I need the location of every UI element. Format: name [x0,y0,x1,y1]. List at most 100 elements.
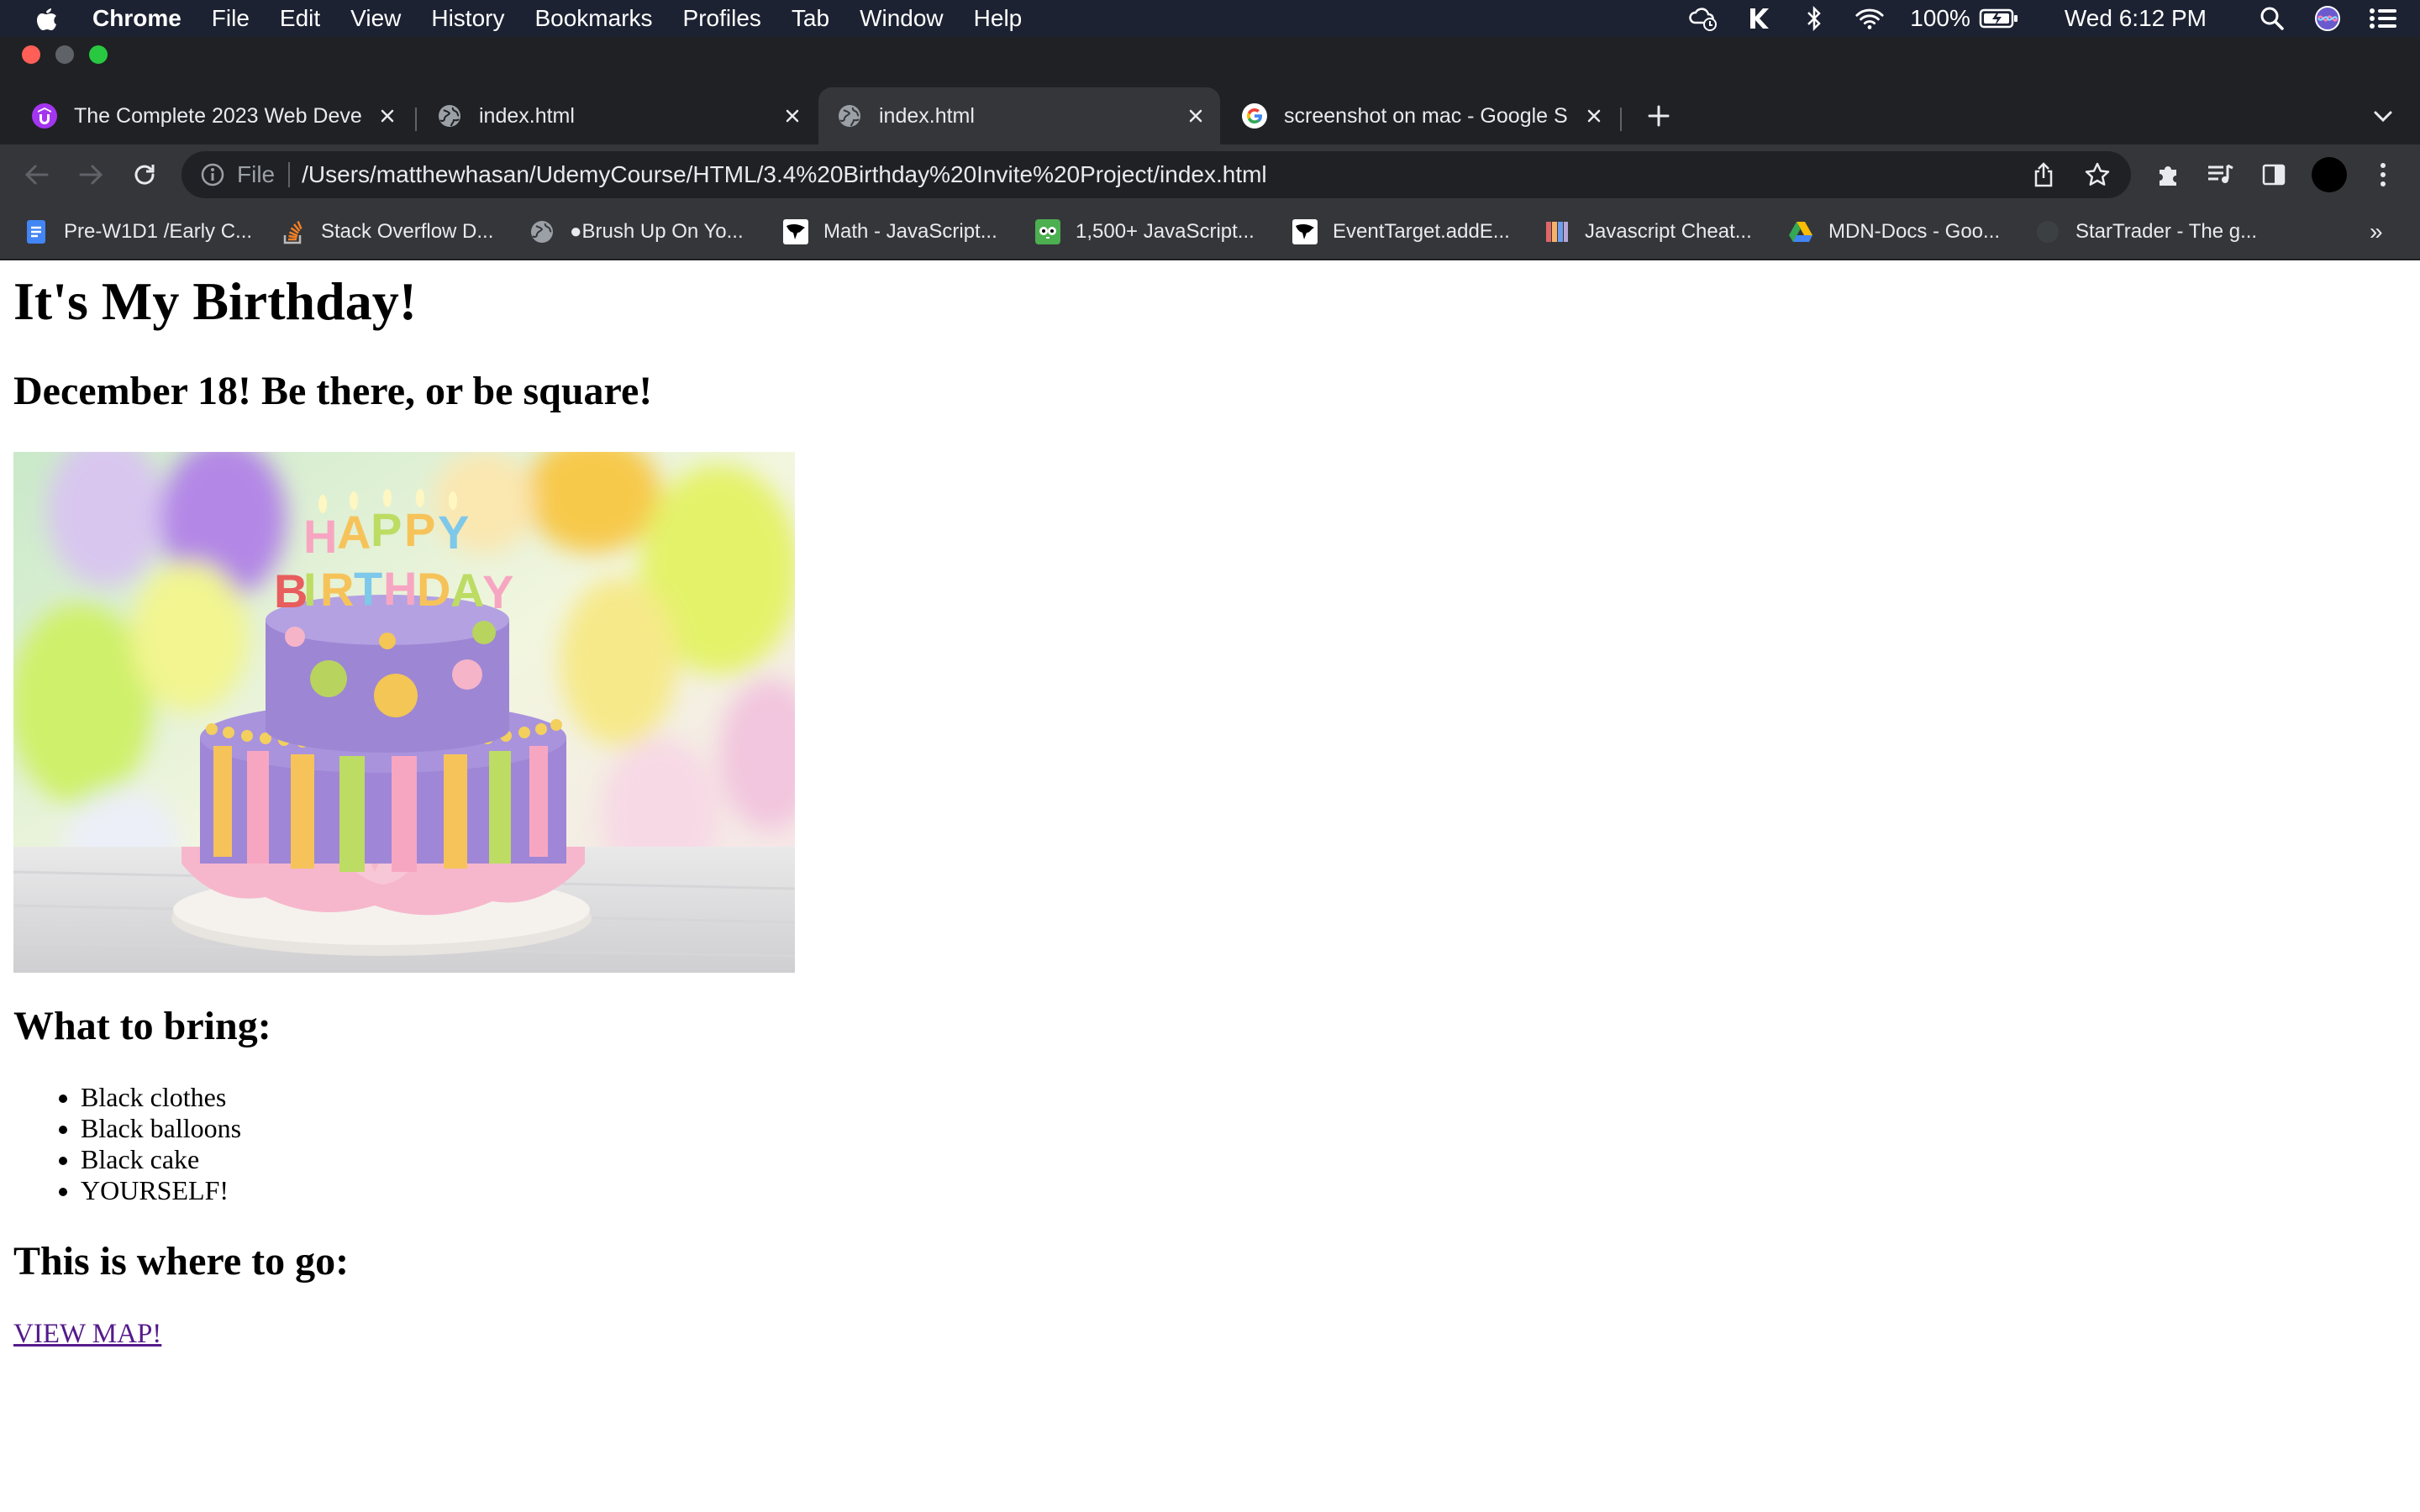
app-menu[interactable]: Chrome [92,5,182,32]
docs-icon [24,219,49,244]
apple-menu-icon[interactable] [32,4,60,33]
menu-help[interactable]: Help [974,5,1023,32]
omnibox-separator [288,162,291,187]
menu-view[interactable]: View [350,5,401,32]
svg-text:P: P [371,503,402,556]
close-tab-icon[interactable] [375,103,400,129]
cheatsheet-icon [1544,219,1570,244]
globe-icon [437,103,462,129]
svg-text:Y: Y [438,506,469,559]
profile-avatar[interactable] [2311,156,2348,193]
bookmark-item[interactable]: Math - JavaScript... [783,218,997,245]
siri-icon[interactable] [2312,3,2343,34]
bookmark-label: Stack Overflow D... [321,220,494,243]
extensions-puzzle-icon[interactable] [2149,156,2186,193]
where-to-go-heading: This is where to go: [13,1239,350,1284]
back-button[interactable] [18,156,55,193]
site-info-icon[interactable] [200,162,225,187]
bookmark-label: MDN-Docs - Goo... [1828,220,2001,243]
bookmark-label: EventTarget.addE... [1333,220,1510,243]
media-controls-icon[interactable] [2202,156,2238,193]
minimize-window-button[interactable] [55,45,74,64]
bookmark-label: ●Brush Up On Yo... [570,220,744,243]
bookmark-item[interactable]: MDN-Docs - Goo... [1788,218,2000,245]
close-window-button[interactable] [22,45,40,64]
bluetooth-icon[interactable] [1799,3,1829,34]
bookmark-item[interactable]: EventTarget.addE... [1292,218,1510,245]
bookmark-star-icon[interactable] [2079,156,2116,193]
tab-index-html-active[interactable]: index.html [818,87,1220,144]
bookmark-label: Pre-W1D1 /Early C... [64,220,253,243]
tab-google-search[interactable]: screenshot on mac - Google S [1223,87,1618,144]
bookmark-item[interactable]: ●Brush Up On Yo... [529,218,744,245]
menu-bookmarks[interactable]: Bookmarks [534,5,652,32]
bookmark-item[interactable]: 1,500+ JavaScript... [1035,218,1255,245]
svg-text:D: D [417,563,450,616]
bookmark-label: StarTrader - The g... [2075,220,2258,243]
tab-index-html-1[interactable]: index.html [418,87,817,144]
zoom-window-button[interactable] [89,45,108,64]
google-icon [1242,103,1267,129]
udemy-icon [32,103,57,129]
chrome-menu-kebab-icon[interactable] [2365,156,2402,193]
svg-text:P: P [404,503,435,556]
url-text[interactable]: /Users/matthewhasan/UdemyCourse/HTML/3.4… [302,161,1267,188]
tab-udemy[interactable]: The Complete 2023 Web Deve [13,87,412,144]
bookmarks-overflow-chevron-icon[interactable]: » [2370,218,2383,245]
tab-title: index.html [479,103,575,128]
svg-text:H: H [303,510,337,563]
macos-menu-bar: Chrome File Edit View History Bookmarks … [0,0,2420,37]
close-tab-icon[interactable] [1183,103,1208,129]
page-viewport: It's My Birthday! December 18! Be there,… [0,260,2420,1512]
globe-icon [837,103,862,129]
control-center-icon[interactable] [2368,3,2398,34]
cloud-sync-icon[interactable] [1688,3,1718,34]
close-tab-icon[interactable] [1581,103,1607,129]
page-subheading: December 18! Be there, or be square! [13,369,653,413]
svg-text:T: T [354,562,382,615]
mdn-icon [783,219,808,244]
tab-search-chevron-icon[interactable] [2365,97,2402,134]
menu-tab[interactable]: Tab [792,5,829,32]
bookmarks-bar: Pre-W1D1 /Early C... Stack Overflow D...… [0,205,2420,260]
bookmark-label: Math - JavaScript... [823,220,997,243]
spotlight-search-icon[interactable] [2257,3,2287,34]
svg-text:Y: Y [482,565,513,618]
drive-icon [1788,219,1813,244]
wifi-icon[interactable] [1854,3,1885,34]
battery-icon[interactable] [1979,3,2019,34]
address-bar[interactable]: File /Users/matthewhasan/UdemyCourse/HTM… [182,151,2131,198]
owl-icon [1035,219,1060,244]
klack-k-icon[interactable] [1744,3,1774,34]
new-tab-button[interactable] [1640,97,1677,134]
list-item: YOURSELF! [81,1175,241,1206]
bookmark-item[interactable]: StarTrader - The g... [2035,218,2257,245]
svg-text:A: A [337,506,371,559]
bookmark-label: 1,500+ JavaScript... [1076,220,1255,243]
tab-title: index.html [879,103,975,128]
menu-history[interactable]: History [431,5,504,32]
menu-window[interactable]: Window [860,5,944,32]
list-item: Black cake [81,1144,241,1175]
bring-heading: What to bring: [13,1004,271,1048]
close-tab-icon[interactable] [780,103,805,129]
bookmark-item[interactable]: Javascript Cheat... [1544,218,1752,245]
forward-button[interactable] [72,156,109,193]
browser-toolbar: File /Users/matthewhasan/UdemyCourse/HTM… [0,144,2420,205]
svg-text:R: R [320,563,354,616]
menubar-clock[interactable]: Wed 6:12 PM [2065,5,2207,32]
menu-edit[interactable]: Edit [280,5,320,32]
svg-text:I: I [303,563,317,616]
battery-percent: 100% [1910,5,1970,31]
bookmark-item[interactable]: Pre-W1D1 /Early C... [24,218,252,245]
birthday-cake-image: H A P P Y B I R T H D A Y [13,452,795,973]
menu-profiles[interactable]: Profiles [683,5,761,32]
list-item: Black clothes [81,1082,241,1113]
stackoverflow-icon [281,219,306,244]
menu-file[interactable]: File [212,5,250,32]
reload-button[interactable] [126,156,163,193]
view-map-link[interactable]: VIEW MAP! [13,1319,161,1350]
bookmark-item[interactable]: Stack Overflow D... [281,218,493,245]
share-icon[interactable] [2025,156,2062,193]
side-panel-icon[interactable] [2255,156,2292,193]
